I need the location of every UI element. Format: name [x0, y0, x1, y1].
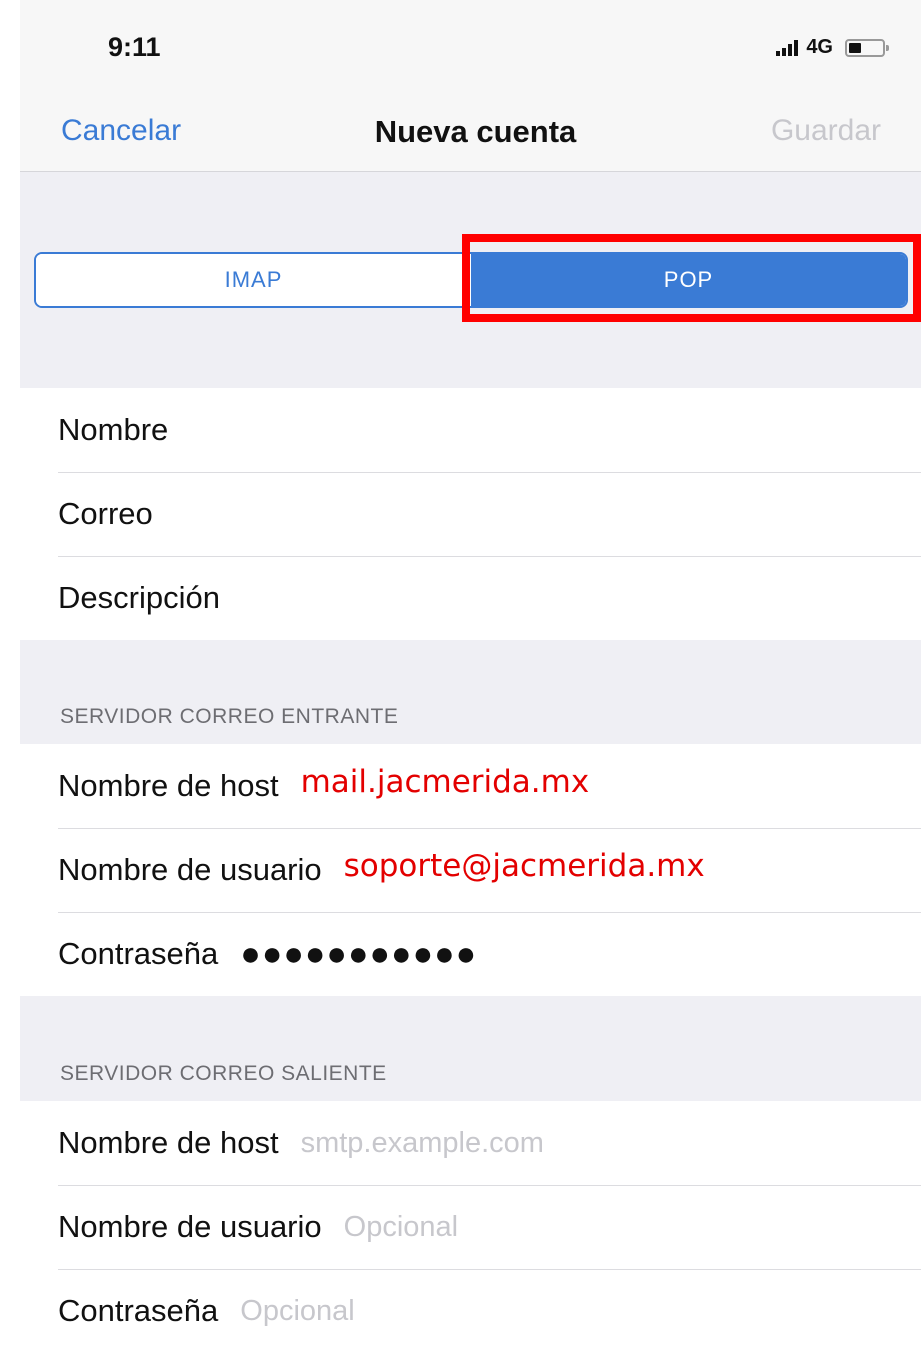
segment-pop[interactable]: POP	[471, 254, 906, 306]
incoming-server-group: Nombre de host mail.jacmerida.mx Nombre …	[20, 744, 921, 996]
status-indicators: 4G	[776, 36, 889, 59]
incoming-username-label: Nombre de usuario	[58, 852, 322, 887]
incoming-username-field[interactable]: Nombre de usuario soporte@jacmerida.mx	[20, 828, 921, 912]
outgoing-password-field[interactable]: Contraseña Opcional	[20, 1269, 921, 1350]
description-label: Descripción	[58, 580, 220, 615]
incoming-server-header: SERVIDOR CORREO ENTRANTE	[60, 705, 399, 728]
battery-icon	[845, 38, 889, 57]
outgoing-server-group: Nombre de host smtp.example.com Nombre d…	[20, 1101, 921, 1350]
name-field[interactable]: Nombre	[20, 388, 921, 472]
mail-account-screen: 9:11 4G Cancelar Nueva cuenta Guardar IM…	[20, 0, 921, 1350]
outgoing-username-label: Nombre de usuario	[58, 1209, 322, 1244]
outgoing-host-placeholder: smtp.example.com	[300, 1126, 544, 1159]
outgoing-username-field[interactable]: Nombre de usuario Opcional	[20, 1185, 921, 1269]
account-info-group: Nombre Correo Descripción	[20, 388, 921, 640]
network-type: 4G	[806, 36, 833, 58]
segment-imap[interactable]: IMAP	[36, 254, 471, 306]
incoming-password-value: ●●●●●●●●●●●	[240, 934, 478, 973]
incoming-host-label: Nombre de host	[58, 768, 279, 803]
outgoing-server-header: SERVIDOR CORREO SALIENTE	[60, 1062, 387, 1085]
protocol-segmented-control: IMAP POP	[34, 252, 908, 308]
incoming-host-value: mail.jacmerida.mx	[300, 764, 590, 800]
status-time: 9:11	[108, 32, 161, 62]
description-field[interactable]: Descripción	[20, 556, 921, 640]
navigation-bar: Cancelar Nueva cuenta Guardar	[20, 90, 921, 172]
outgoing-host-field[interactable]: Nombre de host smtp.example.com	[20, 1101, 921, 1185]
incoming-password-field[interactable]: Contraseña ●●●●●●●●●●●	[20, 912, 921, 996]
incoming-host-field[interactable]: Nombre de host mail.jacmerida.mx	[20, 744, 921, 828]
signal-bars-icon	[776, 39, 799, 56]
status-bar: 9:11 4G	[20, 0, 921, 90]
outgoing-username-placeholder: Opcional	[343, 1210, 459, 1243]
email-field[interactable]: Correo	[20, 472, 921, 556]
outgoing-password-placeholder: Opcional	[240, 1294, 355, 1327]
cancel-button[interactable]: Cancelar	[61, 114, 181, 148]
outgoing-host-label: Nombre de host	[58, 1125, 279, 1160]
incoming-username-value: soporte@jacmerida.mx	[343, 848, 705, 884]
page-title-text: Nueva cuenta	[374, 114, 577, 149]
name-label: Nombre	[58, 412, 169, 447]
email-label: Correo	[58, 496, 153, 531]
save-button[interactable]: Guardar	[771, 114, 881, 148]
incoming-password-label: Contraseña	[58, 936, 219, 971]
outgoing-password-label: Contraseña	[58, 1293, 219, 1328]
